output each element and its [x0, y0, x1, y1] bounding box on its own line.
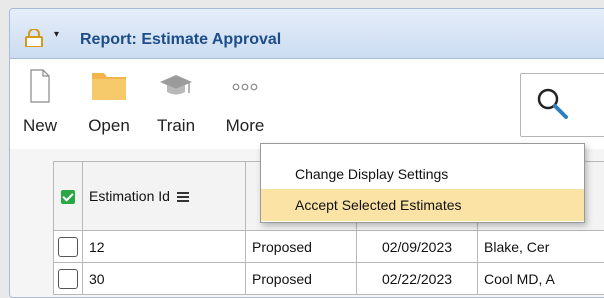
column-menu-icon[interactable]: [177, 192, 189, 202]
new-document-icon: [30, 69, 50, 108]
row-checkbox[interactable]: [58, 269, 78, 289]
new-button-label: New: [10, 116, 70, 136]
train-button-label: Train: [145, 116, 207, 136]
row-select-cell[interactable]: [54, 263, 83, 295]
title-bar: ▾ Report: Estimate Approval: [10, 9, 604, 59]
cell-provider: Blake, Cer: [478, 231, 604, 263]
folder-icon: [91, 69, 127, 106]
cell-status: Proposed: [246, 263, 357, 295]
table-row[interactable]: 30 Proposed 02/22/2023 Cool MD, A: [54, 263, 604, 295]
select-all-cell[interactable]: [54, 162, 83, 231]
page-title: Report: Estimate Approval: [80, 31, 281, 49]
row-checkbox[interactable]: [58, 237, 78, 257]
more-dots-icon: [228, 69, 262, 104]
table-row[interactable]: 12 Proposed 02/09/2023 Blake, Cer: [54, 231, 604, 263]
column-header-estimation-id[interactable]: Estimation Id: [83, 162, 246, 231]
column-header-label: Estimation Id: [89, 188, 170, 204]
menu-item-change-display-settings[interactable]: Change Display Settings: [261, 158, 584, 190]
graduation-cap-icon: [159, 69, 193, 104]
cell-date: 02/22/2023: [357, 263, 478, 295]
search-icon: [535, 86, 569, 125]
train-button[interactable]: Train: [145, 63, 207, 147]
cell-date: 02/09/2023: [357, 231, 478, 263]
select-all-checkbox[interactable]: [61, 190, 75, 204]
open-button-label: Open: [75, 116, 143, 136]
more-button[interactable]: More: [210, 63, 280, 147]
lock-icon[interactable]: [24, 29, 44, 47]
more-menu-popup: Change Display Settings Accept Selected …: [260, 143, 585, 223]
search-input[interactable]: [520, 73, 604, 137]
cell-provider: Cool MD, A: [478, 263, 604, 295]
more-button-label: More: [210, 116, 280, 136]
menu-item-accept-selected-estimates[interactable]: Accept Selected Estimates: [261, 189, 584, 221]
new-button[interactable]: New: [10, 63, 70, 147]
toolbar: New Open Train: [10, 59, 604, 149]
chevron-down-icon[interactable]: ▾: [54, 29, 59, 40]
open-button[interactable]: Open: [75, 63, 143, 147]
cell-estimation-id: 12: [83, 231, 246, 263]
cell-estimation-id: 30: [83, 263, 246, 295]
cell-status: Proposed: [246, 231, 357, 263]
row-select-cell[interactable]: [54, 231, 83, 263]
